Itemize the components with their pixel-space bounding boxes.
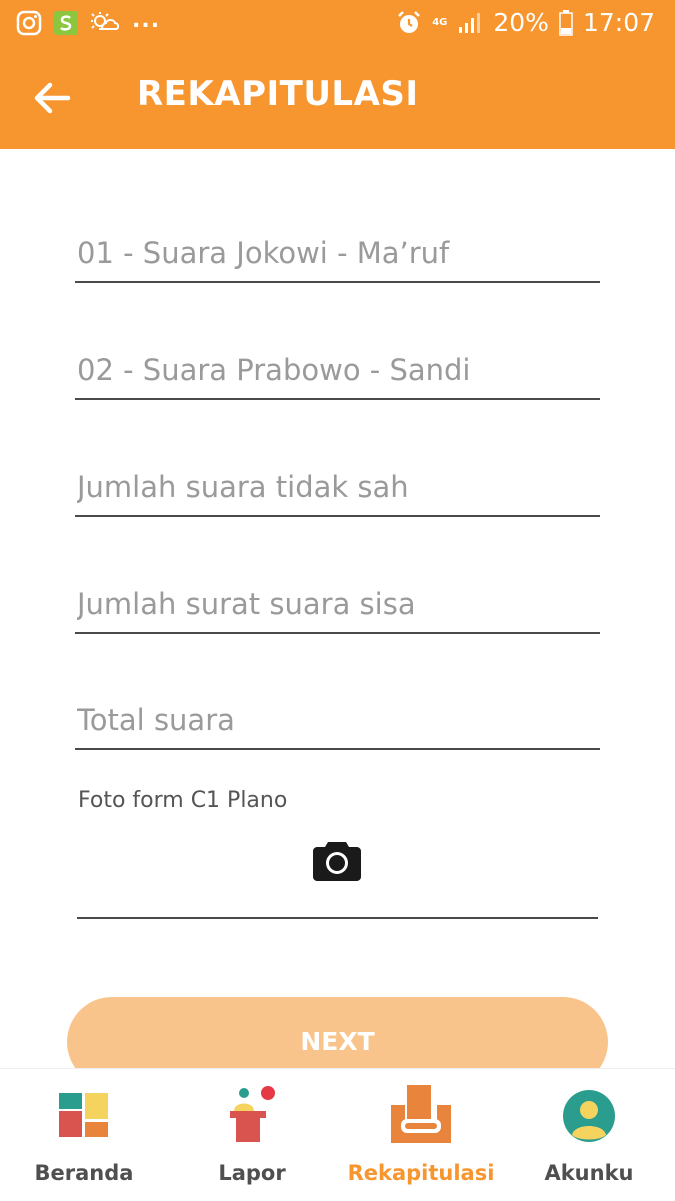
remaining-ballots-input[interactable]	[75, 576, 600, 632]
camera-icon	[313, 842, 361, 881]
user-avatar-icon	[563, 1090, 615, 1142]
total-votes-input[interactable]	[75, 692, 600, 748]
prabowo-votes-field	[75, 342, 600, 400]
jokowi-votes-input[interactable]	[75, 225, 600, 281]
nav-item-akunku[interactable]: Akunku	[505, 1069, 673, 1201]
nav-item-beranda[interactable]: Beranda	[0, 1069, 168, 1201]
invalid-votes-input[interactable]	[75, 459, 600, 515]
nav-item-lapor[interactable]: Lapor	[168, 1069, 336, 1201]
prabowo-votes-input[interactable]	[75, 342, 600, 398]
app-s-icon	[54, 11, 78, 35]
instagram-icon	[16, 10, 42, 36]
back-button[interactable]	[30, 76, 74, 120]
photo-form-label: Foto form C1 Plano	[78, 788, 288, 813]
ballot-box-icon	[391, 1085, 451, 1143]
status-bar-right: 4G 20% 17:07	[396, 8, 655, 37]
battery-icon	[559, 9, 573, 36]
clock: 17:07	[582, 8, 655, 37]
alarm-icon	[398, 10, 421, 33]
weather-icon	[91, 12, 120, 30]
nav-label-akunku: Akunku	[544, 1161, 634, 1185]
podium-icon	[230, 1084, 277, 1142]
remaining-ballots-field	[75, 576, 600, 634]
status-bar-left: ...	[16, 7, 161, 36]
app-bar: REKAPITULASI	[0, 48, 675, 149]
network-type: 4G	[432, 16, 448, 28]
nav-label-beranda: Beranda	[34, 1161, 134, 1185]
battery-percent: 20%	[493, 8, 549, 37]
home-tiles-icon	[59, 1093, 108, 1137]
more-notifications: ...	[132, 7, 161, 33]
status-bar: ... 4G 20% 17:07	[0, 0, 675, 48]
nav-item-rekapitulasi[interactable]: Rekapitulasi	[337, 1069, 505, 1201]
page-title: REKAPITULASI	[137, 74, 419, 114]
nav-label-lapor: Lapor	[218, 1161, 286, 1185]
bottom-nav: Beranda Lapor Rekapitulasi Akunku	[0, 1068, 675, 1201]
photo-divider	[77, 917, 598, 919]
arrow-left-icon	[34, 82, 71, 114]
signal-icon	[459, 12, 481, 33]
total-votes-field	[75, 692, 600, 750]
invalid-votes-field	[75, 459, 600, 517]
nav-label-rekapitulasi: Rekapitulasi	[347, 1161, 495, 1185]
camera-button[interactable]	[312, 838, 362, 882]
jokowi-votes-field	[75, 225, 600, 283]
